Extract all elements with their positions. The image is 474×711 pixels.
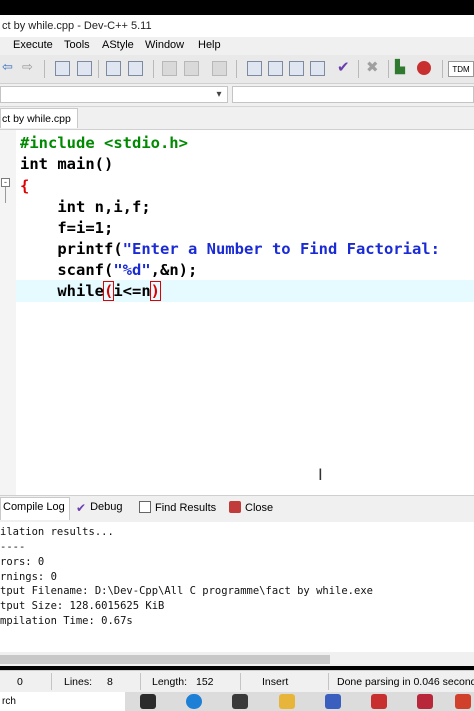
- file-explorer-icon[interactable]: [279, 694, 295, 709]
- code-line-8: while(i<=n): [20, 281, 162, 301]
- toolbar: ⇦ ⇨ ✔ ✖ ▙ TDM: [0, 55, 474, 84]
- open-brace: {: [20, 177, 30, 195]
- app-icon[interactable]: [371, 694, 387, 709]
- tab-debug-label: Debug: [90, 501, 123, 513]
- log-line: ----: [0, 541, 26, 553]
- tab-close-label: Close: [245, 502, 274, 514]
- menu-help[interactable]: Help: [198, 39, 221, 51]
- class-icon[interactable]: [212, 61, 227, 76]
- task-view-icon[interactable]: [140, 694, 156, 709]
- bookmark-icon[interactable]: [162, 61, 177, 76]
- compiler-badge[interactable]: TDM: [448, 61, 474, 77]
- tab-close[interactable]: Close: [229, 501, 273, 514]
- find-icon[interactable]: [55, 61, 70, 76]
- navigate-back-icon[interactable]: ⇦: [2, 59, 17, 74]
- chevron-down-icon[interactable]: ▾: [212, 86, 226, 103]
- log-line: rors: 0: [0, 556, 45, 568]
- menu-astyle[interactable]: AStyle: [102, 39, 134, 51]
- tab-find-results[interactable]: Find Results: [139, 501, 216, 514]
- tab-find-results-label: Find Results: [155, 502, 217, 514]
- fold-marker-icon[interactable]: -: [1, 178, 10, 187]
- scanf-args: ,&n);: [150, 261, 198, 279]
- stop-icon[interactable]: ✖: [366, 58, 381, 76]
- while-keyword: while: [57, 282, 104, 300]
- status-mode: Insert: [262, 676, 289, 688]
- main-signature: main(): [48, 155, 114, 173]
- while-condition: i<=n: [113, 282, 151, 300]
- media-icon[interactable]: [417, 694, 433, 709]
- log-line: tput Size: 128.6015625 KiB: [0, 600, 165, 612]
- status-parse: Done parsing in 0.046 seconds: [337, 676, 474, 688]
- class-dropdown[interactable]: [0, 86, 228, 103]
- log-line: tput Filename: D:\Dev-Cpp\All C programm…: [0, 585, 373, 597]
- office-icon[interactable]: [455, 694, 471, 709]
- tab-compile-log[interactable]: Compile Log: [3, 501, 65, 513]
- code-line-2: int main(): [20, 154, 113, 174]
- assignment: f=i=1;: [57, 219, 114, 237]
- layout-grid-icon[interactable]: [247, 61, 262, 76]
- printf-string: "Enter a Number to Find Factorial:: [122, 240, 450, 258]
- printf-call: printf(: [57, 240, 123, 258]
- text-cursor-icon: I: [318, 465, 323, 484]
- status-length-value: 152: [196, 676, 214, 688]
- check-icon: ✔: [76, 501, 87, 515]
- scanf-call: scanf(: [57, 261, 114, 279]
- replace-icon[interactable]: [77, 61, 92, 76]
- goto-icon[interactable]: [184, 61, 199, 76]
- keyword: int: [57, 198, 86, 216]
- check-icon[interactable]: ✔: [337, 58, 352, 76]
- debug-icon[interactable]: [417, 61, 431, 75]
- log-line: ilation results...: [0, 526, 114, 538]
- split-icon[interactable]: [289, 61, 304, 76]
- tab-fact-by-while[interactable]: ct by while.cpp: [0, 108, 78, 128]
- status-bar: 0 Lines: 8 Length: 152 Insert Done parsi…: [0, 670, 474, 693]
- tab-compile-log-label: Compile Log: [3, 501, 65, 513]
- dev-cpp-icon[interactable]: [325, 694, 341, 709]
- code-line-6: printf("Enter a Number to Find Factorial…: [20, 239, 449, 259]
- print-icon[interactable]: [106, 61, 121, 76]
- code-line-1: #include <stdio.h>: [20, 133, 188, 153]
- menu-window[interactable]: Window: [145, 39, 184, 51]
- close-icon: [229, 501, 241, 513]
- tab-debug[interactable]: ✔ Debug: [76, 501, 123, 515]
- paren-open: (: [102, 281, 115, 301]
- code-line-4: int n,i,f;: [20, 197, 151, 217]
- menu-execute[interactable]: Execute: [13, 39, 53, 51]
- indent-icon[interactable]: [128, 61, 143, 76]
- scrollbar-thumb[interactable]: [0, 655, 330, 664]
- paren-close: ): [149, 281, 162, 301]
- code-line-5: f=i=1;: [20, 218, 113, 238]
- window-title: ct by while.cpp - Dev-C++ 5.11: [0, 15, 474, 37]
- status-lines-value: 8: [107, 676, 113, 688]
- keyword: int: [20, 155, 48, 173]
- code-editor[interactable]: [0, 129, 474, 496]
- find-icon: [139, 501, 151, 513]
- status-lines-label: Lines:: [64, 676, 93, 688]
- scanf-format: "%d": [113, 261, 151, 279]
- menu-tools[interactable]: Tools: [64, 39, 90, 51]
- window-icon[interactable]: [268, 61, 283, 76]
- fold-line: [5, 187, 6, 203]
- code-line-7: scanf("%d",&n);: [20, 260, 197, 280]
- status-length-label: Length:: [152, 676, 188, 688]
- include-directive: #include <stdio.h>: [20, 134, 188, 152]
- store-icon[interactable]: [232, 694, 248, 709]
- code-line-3: {: [20, 176, 29, 196]
- navigate-forward-icon[interactable]: ⇨: [22, 59, 37, 74]
- status-col: 0: [17, 676, 23, 688]
- member-dropdown[interactable]: [232, 86, 474, 103]
- taskbar-search[interactable]: rch: [0, 692, 125, 711]
- log-line: mpilation Time: 0.67s: [0, 615, 133, 627]
- edge-browser-icon[interactable]: [186, 694, 202, 709]
- grid-icon[interactable]: [310, 61, 325, 76]
- declaration: n,i,f;: [85, 198, 151, 216]
- chart-icon[interactable]: ▙: [395, 59, 410, 74]
- menu-bar: Execute Tools AStyle Window Help: [0, 37, 474, 55]
- log-line: rnings: 0: [0, 571, 57, 583]
